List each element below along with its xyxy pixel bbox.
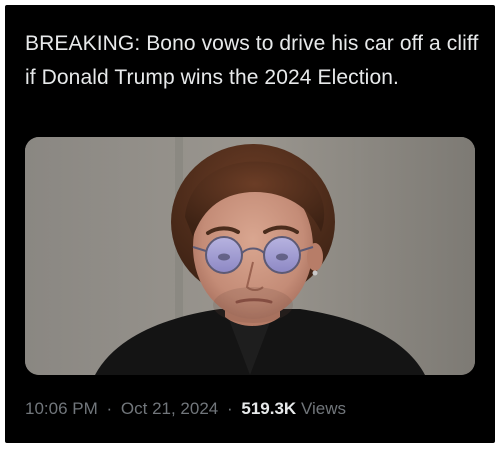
post-time[interactable]: 10:06 PM — [25, 399, 98, 418]
separator-dot: · — [106, 399, 113, 418]
post-metadata: 10:06 PM · Oct 21, 2024 · 519.3K Views — [25, 398, 346, 420]
separator-dot: · — [226, 399, 233, 418]
post-media-photo[interactable] — [25, 137, 475, 375]
photo-of-man-with-tinted-glasses — [25, 137, 475, 375]
post-text: BREAKING: Bono vows to drive his car off… — [25, 32, 479, 89]
post-card: BREAKING: Bono vows to drive his car off… — [5, 5, 495, 443]
views-label[interactable]: Views — [301, 399, 346, 418]
views-count[interactable]: 519.3K — [241, 399, 296, 418]
post-date[interactable]: Oct 21, 2024 — [121, 399, 218, 418]
